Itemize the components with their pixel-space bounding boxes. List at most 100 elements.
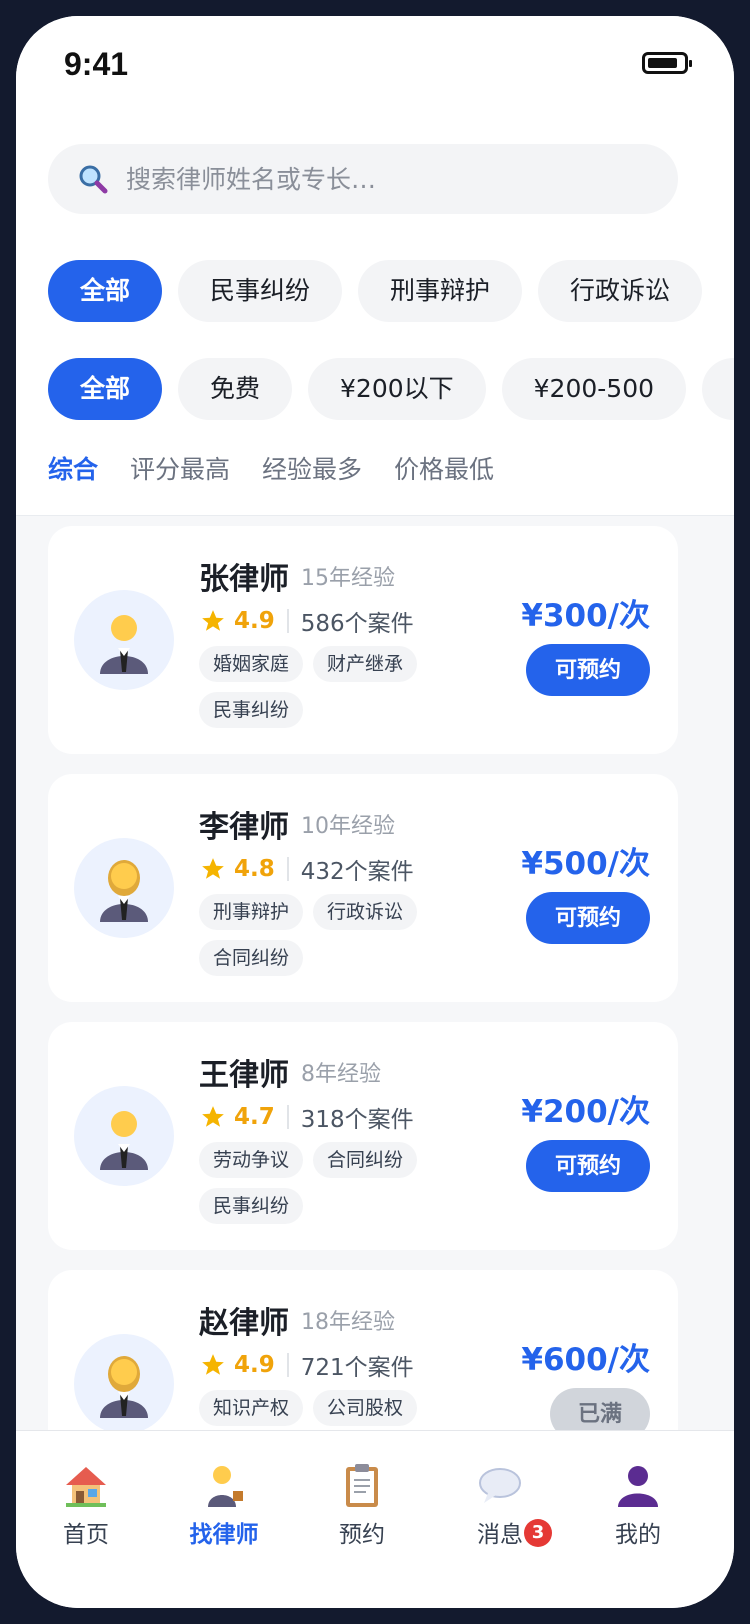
lawyer-case-count: 586个案件 [300,611,414,637]
sort-tab-overall[interactable]: 综合 [48,450,98,486]
specialty-tag: 民事纠纷 [199,692,304,728]
specialty-tags: 劳动争议 合同纠纷 民事纠纷 [199,1142,459,1224]
tab-label-booking: 预约 [339,1522,385,1548]
price-chip-all[interactable]: 全部 [48,358,163,420]
star-icon [202,1106,224,1127]
speech-bubble-icon [479,1468,521,1503]
tab-home[interactable]: 首页 [26,1461,146,1549]
lawyer-rating: 4.9 [234,1352,275,1378]
divider [286,1105,289,1129]
phone-screen: 9:41 全部 民事纠纷 刑事辩护 行政诉讼 全部 免费 ¥200以下 ¥200… [16,16,734,1608]
price-chip-under-200[interactable]: ¥200以下 [308,358,486,420]
lawyer-avatar-icon [100,1356,148,1418]
star-icon [202,610,224,631]
star-icon [202,858,224,879]
sort-tab-price[interactable]: 价格最低 [394,450,494,486]
status-time: 9:41 [64,46,129,82]
house-icon [66,1467,106,1507]
lawyer-rating: 4.9 [234,608,275,634]
lawyer-experience: 15年经验 [301,566,395,591]
tab-label-home: 首页 [63,1522,109,1548]
search-input[interactable] [126,144,646,214]
consult-price: ¥300/次 [521,598,650,634]
specialty-tags: 刑事辩护 行政诉讼 合同纠纷 [199,894,459,976]
price-chip-more[interactable]: ¥ [702,358,734,420]
lawyer-name: 赵律师 [199,1306,289,1341]
lawyer-name: 王律师 [199,1058,289,1093]
category-chip-administrative[interactable]: 行政诉讼 [538,260,703,322]
lawyer-card[interactable]: 张律师 15年经验 4.9 586个案件 婚姻家庭 财产继承 民事纠纷 ¥300/次… [48,526,678,754]
specialty-tag: 知识产权 [199,1390,304,1426]
lawyer-case-count: 318个案件 [300,1107,414,1133]
bottom-tab-bar: 首页 找律师 预约 消息 3 我的 [16,1430,734,1608]
price-filter-row: 全部 免费 ¥200以下 ¥200-500 ¥ [48,358,734,420]
lawyer-avatar [74,1086,174,1186]
category-filter-row: 全部 民事纠纷 刑事辩护 行政诉讼 [48,260,703,322]
consult-price: ¥200/次 [521,1094,650,1130]
specialty-tag: 公司股权 [313,1390,418,1426]
message-count-badge: 3 [524,1519,552,1547]
price-chip-free[interactable]: 免费 [178,358,293,420]
divider [286,609,289,633]
specialty-tags: 婚姻家庭 财产继承 民事纠纷 [199,646,459,728]
search-icon [79,165,108,194]
lawyer-experience: 8年经验 [301,1062,381,1087]
lawyer-card[interactable]: 李律师 10年经验 4.8 432个案件 刑事辩护 行政诉讼 合同纠纷 ¥500/次… [48,774,678,1002]
consult-price: ¥600/次 [521,1342,650,1378]
tab-messages[interactable]: 消息 3 [440,1461,560,1549]
specialty-tag: 财产继承 [313,646,418,682]
specialty-tag: 刑事辩护 [199,894,304,930]
lawyer-avatar-icon [100,615,148,674]
rating-row: 4.9 721个案件 [200,1350,414,1381]
divider [286,1353,289,1377]
tab-label-profile: 我的 [615,1522,661,1548]
lawyer-rating: 4.8 [234,856,275,882]
tab-label-find-lawyer: 找律师 [189,1522,259,1548]
lawyer-name: 张律师 [199,562,289,597]
specialty-tag: 行政诉讼 [313,894,418,930]
lawyer-list: 张律师 15年经验 4.9 586个案件 婚姻家庭 财产继承 民事纠纷 ¥300/次… [48,526,678,1518]
lawyer-avatar-icon [100,860,148,922]
price-chip-200-500[interactable]: ¥200-500 [501,358,687,420]
rating-row: 4.7 318个案件 [200,1102,414,1133]
lawyer-case-count: 432个案件 [300,859,414,885]
book-button[interactable]: 可预约 [526,892,650,944]
category-chip-civil[interactable]: 民事纠纷 [178,260,343,322]
specialty-tag: 婚姻家庭 [199,646,304,682]
specialty-tag: 合同纠纷 [199,940,304,976]
book-button[interactable]: 可预约 [526,644,650,696]
lawyer-experience: 18年经验 [301,1310,395,1335]
lawyer-experience: 10年经验 [301,814,395,839]
divider [286,857,289,881]
search-bar[interactable] [48,144,678,214]
filter-header: 全部 民事纠纷 刑事辩护 行政诉讼 全部 免费 ¥200以下 ¥200-500 … [16,126,734,516]
lawyer-avatar [74,1334,174,1434]
battery-icon [642,52,692,74]
status-bar: 9:41 [16,16,734,126]
lawyer-card[interactable]: 王律师 8年经验 4.7 318个案件 劳动争议 合同纠纷 民事纠纷 ¥200/次 … [48,1022,678,1250]
specialty-tag: 劳动争议 [199,1142,304,1178]
sort-tab-rating[interactable]: 评分最高 [130,450,230,486]
sort-tab-experience[interactable]: 经验最多 [262,450,362,486]
category-chip-all[interactable]: 全部 [48,260,163,322]
lawyer-avatar-icon [100,1111,148,1170]
rating-row: 4.9 586个案件 [200,606,414,637]
profile-icon [618,1466,658,1507]
category-chip-criminal[interactable]: 刑事辩护 [358,260,523,322]
lawyer-avatar [74,838,174,938]
sort-tabs: 综合 评分最高 经验最多 价格最低 [48,450,494,486]
lawyer-rating: 4.7 [234,1104,275,1130]
clipboard-icon [346,1464,378,1507]
rating-row: 4.8 432个案件 [200,854,414,885]
consult-price: ¥500/次 [521,846,650,882]
tab-booking[interactable]: 预约 [302,1461,422,1549]
tab-find-lawyer[interactable]: 找律师 [164,1461,284,1549]
tab-profile[interactable]: 我的 [578,1461,698,1549]
book-button[interactable]: 可预约 [526,1140,650,1192]
lawyer-avatar [74,590,174,690]
star-icon [202,1354,224,1375]
lawyer-name: 李律师 [199,810,289,845]
specialty-tag: 合同纠纷 [313,1142,418,1178]
lawyer-case-count: 721个案件 [300,1355,414,1381]
specialty-tag: 民事纠纷 [199,1188,304,1224]
